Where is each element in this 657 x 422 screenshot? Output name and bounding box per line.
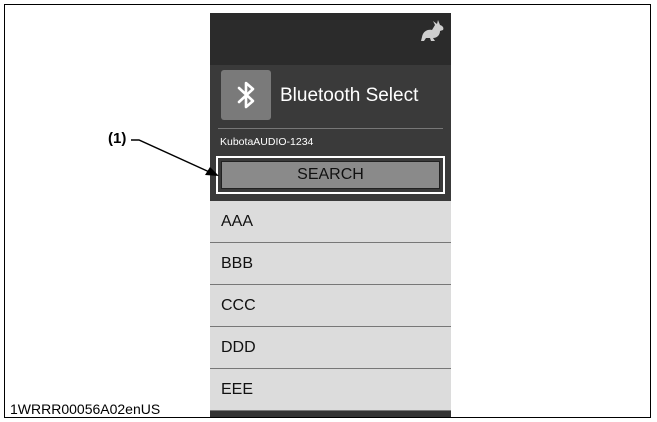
document-code: 1WRRR00056A02enUS bbox=[10, 401, 161, 417]
callout-arrow bbox=[131, 139, 219, 176]
